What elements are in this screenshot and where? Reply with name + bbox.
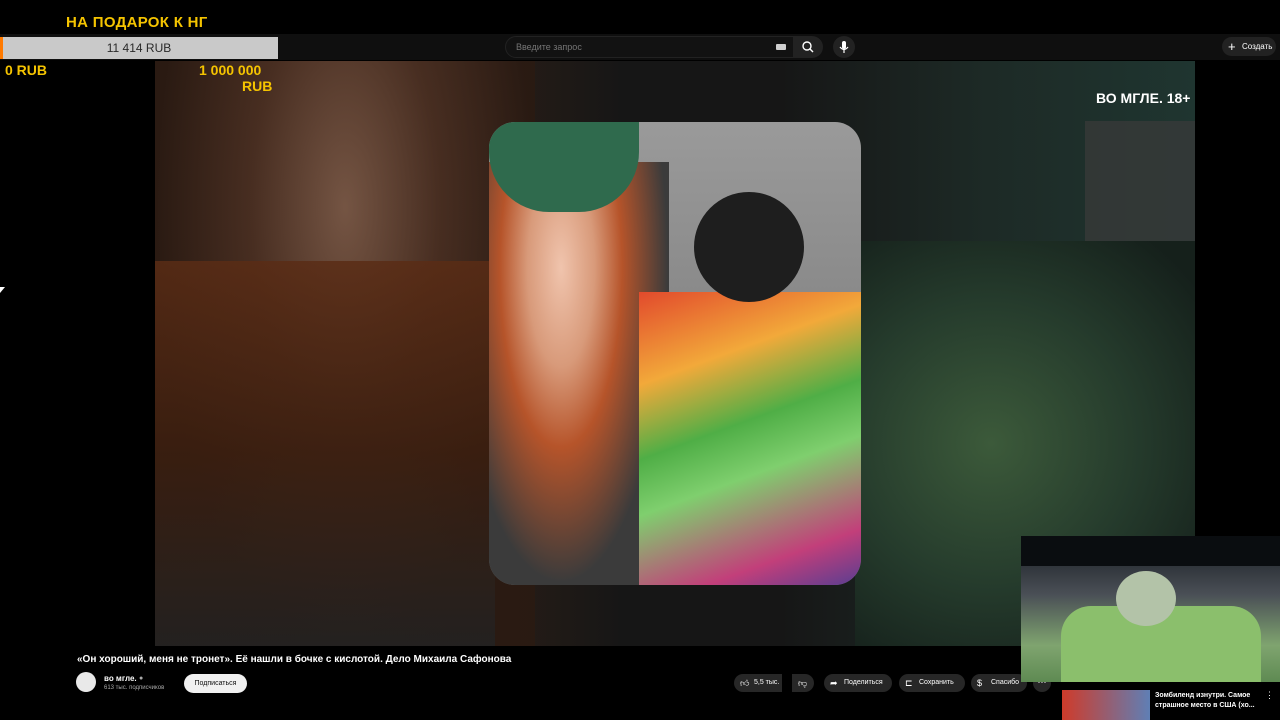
create-label: Создать [1242, 42, 1273, 51]
thumbs-up-icon: 👍︎ [740, 678, 750, 688]
suggested-more-icon[interactable]: ⋮ [1265, 690, 1274, 701]
create-button[interactable]: + Создать [1222, 37, 1276, 56]
save-button[interactable]: ⊏ Сохранить [899, 674, 965, 692]
subscriber-count: 613 тыс. подписчиков [104, 685, 165, 691]
streamer-webcam [1021, 536, 1280, 682]
donation-max-value: 1 000 000 [199, 62, 262, 78]
donation-goal-title: НА ПОДАРОК К НГ [66, 14, 208, 31]
video-title: «Он хороший, меня не тронет». Её нашли в… [77, 654, 512, 665]
thumbs-down-icon: 👎︎ [798, 678, 808, 688]
thanks-button[interactable]: $ Спасибо [971, 674, 1027, 692]
bookmark-icon: ⊏ [905, 678, 913, 688]
like-button[interactable]: 👍︎ 5,5 тыс. [734, 674, 782, 692]
subscribe-button[interactable]: Подписаться [184, 674, 247, 693]
share-button[interactable]: ➦ Поделиться [824, 674, 892, 692]
share-label: Поделиться [844, 679, 883, 686]
verified-icon: ● [139, 675, 144, 682]
webcam-ceiling [1021, 536, 1280, 566]
photo-hat [489, 122, 639, 212]
video-background-hair [155, 261, 495, 646]
keyboard-icon[interactable] [776, 44, 786, 50]
suggested-video-thumbnail[interactable] [1062, 690, 1150, 720]
suggested-video-title[interactable]: Зомбиленд изнутри. Самое страшное место … [1155, 691, 1260, 711]
like-count: 5,5 тыс. [754, 679, 780, 686]
search-button[interactable] [793, 36, 823, 58]
search-icon [802, 41, 814, 53]
donation-progress-bar: 11 414 RUB [0, 37, 278, 59]
save-label: Сохранить [919, 679, 954, 686]
search-input[interactable] [516, 37, 766, 57]
donation-min: 0 RUB [5, 62, 48, 78]
thanks-icon: $ [977, 678, 983, 688]
plus-icon: + [1228, 39, 1236, 54]
photo-head [694, 192, 804, 302]
search-box[interactable] [505, 36, 795, 58]
dislike-button[interactable]: 👎︎ [792, 674, 814, 692]
share-icon: ➦ [830, 678, 838, 688]
donation-max-unit: RUB [242, 78, 273, 94]
mouse-cursor-icon [0, 287, 5, 293]
webcam-person [1116, 571, 1176, 626]
channel-name[interactable]: во мгле. [104, 674, 137, 683]
channel-avatar[interactable] [76, 672, 96, 692]
channel-watermark: ВО МГЛЕ. 18+ [1096, 90, 1191, 106]
photo-jacket [639, 292, 861, 585]
donation-current-amount: 11 414 RUB [106, 41, 172, 55]
mic-icon [839, 41, 849, 53]
voice-search-button[interactable] [833, 36, 855, 58]
video-center-photo [489, 122, 861, 585]
thanks-label: Спасибо [991, 679, 1020, 686]
